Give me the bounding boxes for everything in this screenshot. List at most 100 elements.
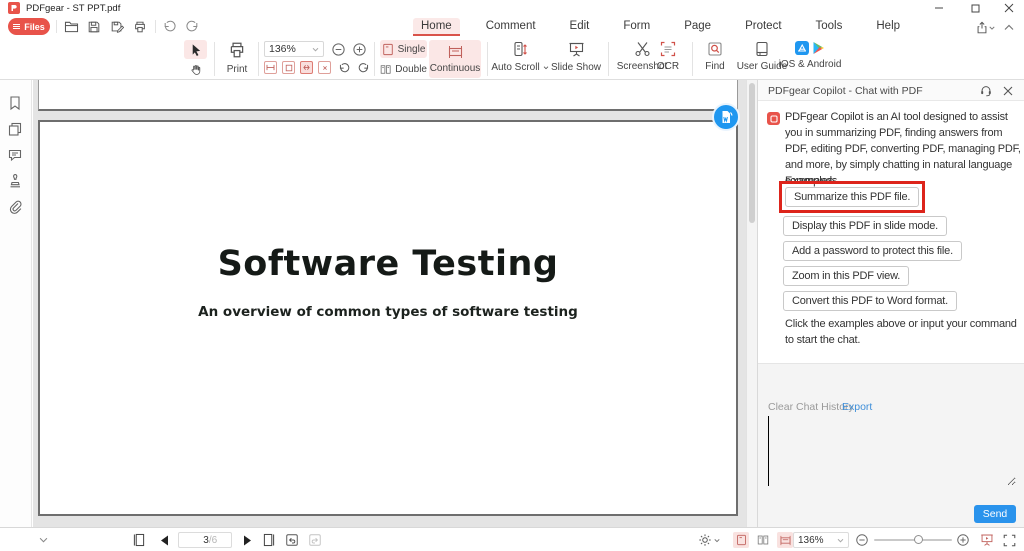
find-button[interactable]: Find — [698, 41, 732, 72]
statusbar-zoom-out-button[interactable] — [853, 532, 871, 548]
export-link[interactable]: Export — [842, 401, 872, 413]
fit-width-button[interactable] — [264, 61, 277, 74]
collapse-statusbar-button[interactable] — [34, 532, 52, 548]
single-page-icon — [382, 43, 393, 55]
example-summarize-button[interactable]: Summarize this PDF file. — [785, 187, 920, 207]
tab-page[interactable]: Page — [676, 18, 719, 36]
single-page-view-button[interactable] — [732, 532, 750, 548]
auto-scroll-button[interactable]: Auto Scroll — [491, 41, 548, 73]
page-number-box[interactable]: /6 — [178, 532, 232, 548]
fullscreen-button[interactable] — [1000, 532, 1018, 548]
clear-chat-history-button[interactable]: Clear Chat History — [768, 401, 854, 413]
double-page-button[interactable]: Double — [380, 60, 427, 78]
slide-subtitle: An overview of common types of software … — [198, 304, 578, 320]
document-viewport[interactable]: Software Testing An overview of common t… — [33, 80, 746, 527]
page-number-input[interactable] — [192, 534, 209, 546]
zoom-slider[interactable] — [874, 535, 952, 544]
statusbar-zoom-select[interactable]: 136% — [793, 532, 849, 548]
app-store-icon — [795, 41, 809, 55]
files-label: Files — [24, 21, 45, 32]
tab-home[interactable]: Home — [413, 18, 460, 36]
word-doc-icon — [722, 111, 733, 123]
redo-button[interactable] — [183, 19, 201, 34]
scrollbar-thumb[interactable] — [749, 83, 755, 223]
save-button[interactable] — [85, 19, 103, 34]
fit-visible-button[interactable] — [300, 61, 313, 74]
rotate-right-button[interactable] — [355, 60, 371, 76]
hand-tool-button[interactable] — [184, 61, 207, 78]
chat-input[interactable] — [768, 416, 1016, 486]
open-file-button[interactable] — [62, 19, 80, 34]
chevron-down-icon — [837, 538, 844, 542]
previous-view-button[interactable] — [283, 532, 301, 548]
convert-to-word-floating-button[interactable] — [712, 103, 740, 131]
google-play-icon — [813, 42, 824, 54]
ocr-label: OCR — [656, 61, 680, 72]
collapse-ribbon-button[interactable] — [1000, 20, 1018, 35]
zoom-slider-thumb[interactable] — [914, 535, 923, 544]
actual-size-button[interactable] — [318, 61, 331, 74]
headset-support-icon[interactable] — [978, 83, 994, 99]
example-slide-mode-button[interactable]: Display this PDF in slide mode. — [783, 216, 948, 236]
zoom-value: 136% — [269, 43, 296, 55]
bookmarks-panel-button[interactable] — [7, 95, 23, 111]
fit-page-button[interactable] — [282, 61, 295, 74]
continuous-view-button[interactable] — [776, 532, 794, 548]
example-password-button[interactable]: Add a password to protect this file. — [783, 241, 962, 261]
example-prompts: Summarize this PDF file. Display this PD… — [779, 181, 962, 311]
tab-help[interactable]: Help — [868, 18, 908, 36]
single-page-button[interactable]: Single — [380, 40, 427, 58]
statusbar-zoom-in-button[interactable] — [954, 532, 972, 548]
attachments-panel-button[interactable] — [7, 199, 23, 215]
tab-edit[interactable]: Edit — [562, 18, 598, 36]
signature-panel-button[interactable] — [7, 173, 23, 189]
pdfgear-logo-icon — [8, 2, 20, 14]
first-page-button[interactable] — [130, 532, 148, 548]
chevron-down-icon — [543, 65, 548, 69]
theme-brightness-button[interactable] — [696, 532, 722, 548]
next-view-button[interactable] — [306, 532, 324, 548]
slide-show-button[interactable]: Slide Show — [550, 41, 602, 73]
send-button[interactable]: Send — [974, 505, 1016, 523]
tab-form[interactable]: Form — [615, 18, 658, 36]
example-convert-word-button[interactable]: Convert this PDF to Word format. — [783, 291, 958, 311]
print-quick-button[interactable] — [131, 19, 149, 34]
continuous-button[interactable]: Continuous — [429, 40, 481, 78]
comments-panel-button[interactable] — [7, 147, 23, 163]
close-button[interactable] — [994, 0, 1024, 16]
last-page-button[interactable] — [260, 532, 278, 548]
tab-protect[interactable]: Protect — [737, 18, 789, 36]
double-page-view-button[interactable] — [754, 532, 772, 548]
left-sidebar — [0, 80, 32, 527]
next-page-button[interactable] — [238, 532, 256, 548]
maximize-button[interactable] — [960, 0, 990, 16]
select-tool-button[interactable] — [184, 40, 207, 59]
auto-scroll-icon — [514, 41, 527, 57]
minimize-button[interactable] — [924, 0, 954, 16]
vertical-scrollbar[interactable] — [746, 80, 757, 527]
save-as-button[interactable] — [108, 19, 126, 34]
chevron-down-icon — [312, 47, 319, 51]
zoom-select[interactable]: 136% — [264, 41, 324, 57]
print-button[interactable]: Print — [220, 41, 254, 75]
zoom-in-button[interactable] — [351, 41, 368, 58]
share-button[interactable] — [974, 20, 996, 35]
thumbnails-panel-button[interactable] — [7, 121, 23, 137]
undo-button[interactable] — [161, 19, 179, 34]
example-zoom-button[interactable]: Zoom in this PDF view. — [783, 266, 910, 286]
ios-android-button[interactable]: iOS & Android — [778, 41, 842, 70]
presentation-mode-button[interactable] — [978, 532, 996, 548]
copilot-avatar-icon — [767, 112, 780, 125]
window-title: PDFgear - ST PPT.pdf — [26, 3, 121, 14]
ocr-button[interactable]: OCR — [650, 41, 686, 72]
ocr-icon — [660, 41, 676, 57]
ribbon-toolbar: Print 136% Single Double Continuous Auto… — [0, 38, 1024, 80]
previous-page-button[interactable] — [155, 532, 173, 548]
zoom-out-button[interactable] — [330, 41, 347, 58]
copilot-hint-text: Click the examples above or input your c… — [785, 318, 1017, 346]
tab-comment[interactable]: Comment — [478, 18, 544, 36]
close-panel-button[interactable] — [1000, 83, 1016, 99]
files-menu-button[interactable]: Files — [8, 18, 50, 35]
tab-tools[interactable]: Tools — [808, 18, 851, 36]
rotate-left-button[interactable] — [336, 60, 352, 76]
